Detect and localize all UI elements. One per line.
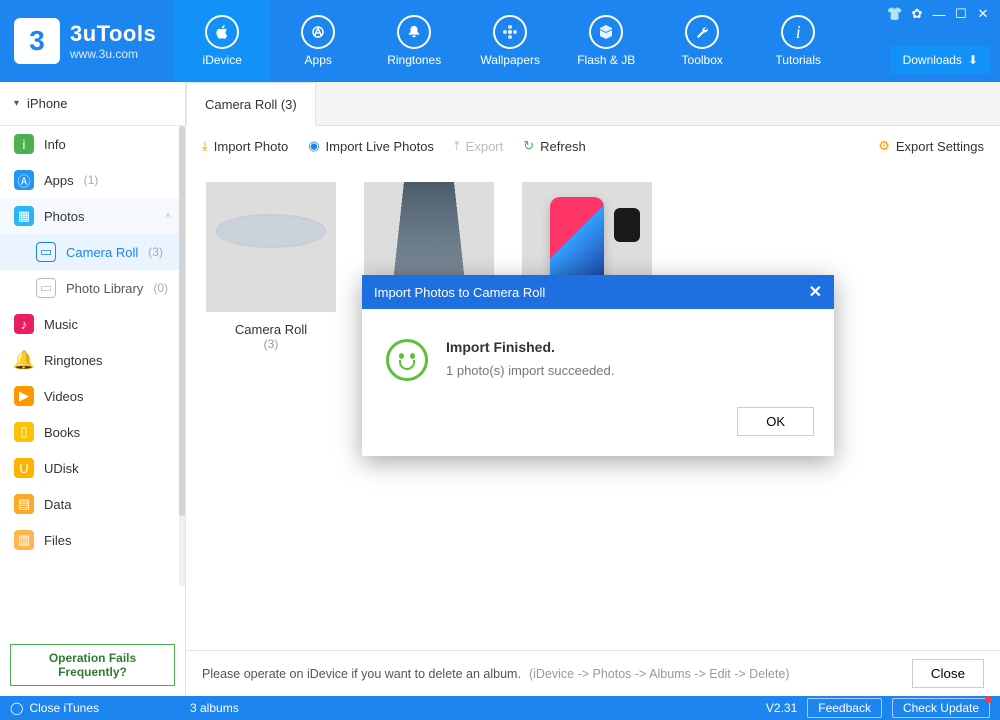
video-icon: ▶: [14, 386, 34, 406]
nav-toolbox[interactable]: Toolbox: [654, 0, 750, 82]
chevron-up-icon: ˄: [165, 211, 171, 222]
circle-icon: ◯: [10, 701, 23, 715]
help-link[interactable]: Operation Fails Frequently?: [10, 644, 175, 686]
export-button: ⤒ Export: [454, 138, 503, 154]
data-icon: ▤: [14, 494, 34, 514]
close-icon[interactable]: ✕: [974, 6, 992, 22]
sidebar-item-camera-roll[interactable]: ▭ Camera Roll (3): [0, 234, 185, 270]
info-bar: Please operate on iDevice if you want to…: [186, 650, 1000, 696]
app-header: 3 3uTools www.3u.com iDevice Apps Ringto…: [0, 0, 1000, 82]
content-tabs: Camera Roll (3): [186, 82, 1000, 126]
version-label: V2.31: [766, 701, 797, 715]
toolbar: ⤓ Import Photo ◉ Import Live Photos ⤒ Ex…: [186, 126, 1000, 166]
apps-icon: Ⓐ: [14, 170, 34, 190]
sidebar-item-apps[interactable]: Ⓐ Apps (1): [0, 162, 185, 198]
album-camera-roll[interactable]: Camera Roll (3): [206, 182, 336, 351]
sidebar-item-udisk[interactable]: U UDisk: [0, 450, 185, 486]
ok-button[interactable]: OK: [737, 407, 814, 436]
live-icon: ◉: [308, 138, 319, 154]
status-bar: ◯ Close iTunes 3 albums V2.31 Feedback C…: [0, 696, 1000, 720]
box-icon: [589, 15, 623, 49]
nav-apps[interactable]: Apps: [270, 0, 366, 82]
nav-tabs: iDevice Apps Ringtones Wallpapers Flash …: [174, 0, 846, 82]
window-controls: 👕 ✿ — ☐ ✕: [886, 6, 992, 22]
album-count: 3 albums: [190, 701, 239, 715]
feedback-button[interactable]: Feedback: [807, 698, 882, 718]
bell-icon: [397, 15, 431, 49]
import-photo-button[interactable]: ⤓ Import Photo: [202, 138, 288, 154]
download-icon: ⬇: [968, 53, 978, 67]
app-url: www.3u.com: [70, 47, 156, 61]
maximize-icon[interactable]: ☐: [952, 6, 970, 22]
minimize-icon[interactable]: —: [930, 6, 948, 22]
book-icon: ▯: [14, 422, 34, 442]
app-name: 3uTools: [70, 21, 156, 47]
dialog-close-icon[interactable]: ✕: [809, 282, 822, 302]
nav-idevice[interactable]: iDevice: [174, 0, 270, 82]
info-icon: i: [781, 15, 815, 49]
flower-icon: [493, 15, 527, 49]
chevron-down-icon: ▾: [14, 98, 19, 109]
apple-icon: [205, 15, 239, 49]
refresh-icon: ↻: [523, 138, 534, 154]
import-icon: ⤓: [202, 138, 208, 154]
sidebar-item-data[interactable]: ▤ Data: [0, 486, 185, 522]
dialog-title-bar: Import Photos to Camera Roll ✕: [362, 275, 834, 309]
refresh-button[interactable]: ↻ Refresh: [523, 138, 585, 154]
logo-icon: 3: [14, 18, 60, 64]
nav-wallpapers[interactable]: Wallpapers: [462, 0, 558, 82]
sidebar-item-info[interactable]: i Info: [0, 126, 185, 162]
close-itunes-button[interactable]: ◯ Close iTunes: [10, 701, 180, 715]
folder-icon: ▭: [36, 278, 56, 298]
sidebar-scrollbar[interactable]: [179, 126, 185, 586]
shirt-icon[interactable]: 👕: [886, 6, 904, 22]
nav-flash-jb[interactable]: Flash & JB: [558, 0, 654, 82]
close-button[interactable]: Close: [912, 659, 984, 688]
sidebar: ▾ iPhone i Info Ⓐ Apps (1) ▦ Photos ˄ ▭ …: [0, 82, 186, 696]
sidebar-item-ringtones[interactable]: 🔔 Ringtones: [0, 342, 185, 378]
sidebar-item-photo-library[interactable]: ▭ Photo Library (0): [0, 270, 185, 306]
sidebar-item-videos[interactable]: ▶ Videos: [0, 378, 185, 414]
info-hint: (iDevice -> Photos -> Albums -> Edit -> …: [529, 667, 790, 681]
album-thumbnail: [206, 182, 336, 312]
music-icon: ♪: [14, 314, 34, 334]
import-live-photos-button[interactable]: ◉ Import Live Photos: [308, 138, 434, 154]
udisk-icon: U: [14, 458, 34, 478]
export-icon: ⤒: [454, 138, 460, 154]
gear-icon: ⚙: [878, 138, 890, 154]
downloads-button[interactable]: Downloads ⬇: [891, 46, 990, 74]
sidebar-item-photos[interactable]: ▦ Photos ˄: [0, 198, 185, 234]
logo: 3 3uTools www.3u.com: [0, 0, 174, 82]
export-settings-button[interactable]: ⚙ Export Settings: [878, 138, 984, 154]
sidebar-device[interactable]: ▾ iPhone: [0, 82, 185, 126]
dialog-heading: Import Finished.: [446, 339, 614, 355]
sidebar-item-books[interactable]: ▯ Books: [0, 414, 185, 450]
dialog-message: 1 photo(s) import succeeded.: [446, 363, 614, 378]
photo-icon: ▦: [14, 206, 34, 226]
bell-icon: 🔔: [14, 350, 34, 370]
tab-camera-roll[interactable]: Camera Roll (3): [186, 82, 316, 126]
dialog-title: Import Photos to Camera Roll: [374, 285, 545, 300]
album-icon: ▭: [36, 242, 56, 262]
nav-ringtones[interactable]: Ringtones: [366, 0, 462, 82]
info-text: Please operate on iDevice if you want to…: [202, 667, 521, 681]
success-icon: [386, 339, 428, 381]
nav-tutorials[interactable]: i Tutorials: [750, 0, 846, 82]
settings-icon[interactable]: ✿: [908, 6, 926, 22]
apps-icon: [301, 15, 335, 49]
info-icon: i: [14, 134, 34, 154]
check-update-button[interactable]: Check Update: [892, 698, 990, 718]
files-icon: ▥: [14, 530, 34, 550]
notification-dot: [985, 696, 992, 703]
sidebar-item-files[interactable]: ▥ Files: [0, 522, 185, 558]
import-result-dialog: Import Photos to Camera Roll ✕ Import Fi…: [362, 275, 834, 456]
wrench-icon: [685, 15, 719, 49]
sidebar-item-music[interactable]: ♪ Music: [0, 306, 185, 342]
